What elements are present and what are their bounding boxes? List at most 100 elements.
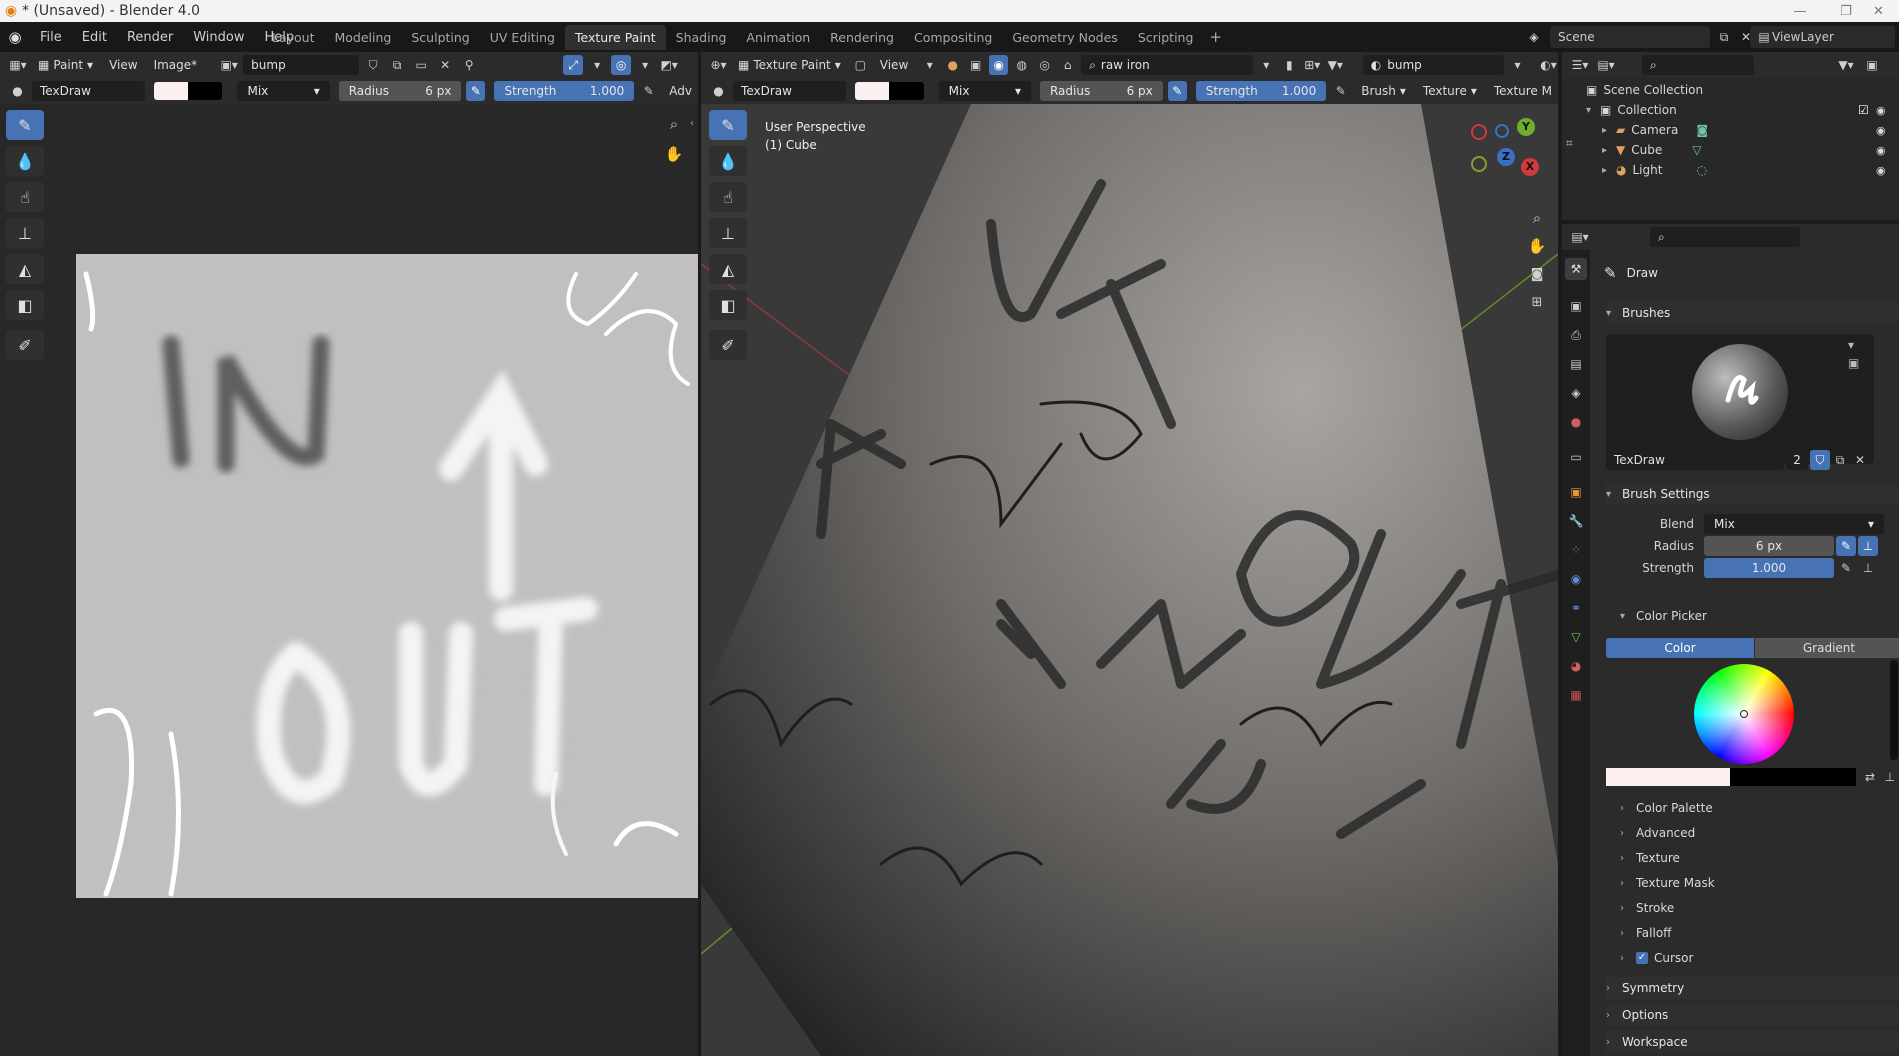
- tab-rendering[interactable]: Rendering: [820, 25, 904, 50]
- pan-hand-icon[interactable]: ✋: [664, 144, 684, 164]
- unlink-image-icon[interactable]: ✕: [435, 55, 455, 75]
- open-image-folder-icon[interactable]: ▭: [411, 55, 431, 75]
- image-name-field[interactable]: bump: [243, 55, 360, 75]
- uv-dropdown-icon[interactable]: ▾: [587, 55, 607, 75]
- gizmo-x-icon[interactable]: X: [1521, 158, 1539, 176]
- bookmark-icon[interactable]: ▮: [1280, 55, 1299, 75]
- menu-window[interactable]: Window: [183, 30, 254, 45]
- close-icon[interactable]: ✕: [1858, 0, 1899, 22]
- annotate-tool-icon[interactable]: ✐: [6, 330, 44, 360]
- view-dropdown-icon[interactable]: ▾: [920, 55, 939, 75]
- viewport-primary-color[interactable]: [855, 82, 890, 100]
- light-expand-icon[interactable]: ▸: [1602, 165, 1612, 176]
- viewport-layout-icon[interactable]: ⊞▾: [1303, 55, 1322, 75]
- shading-material-ball-icon[interactable]: ●: [943, 55, 962, 75]
- tab-texture-paint[interactable]: Texture Paint: [564, 24, 666, 50]
- filter-icon[interactable]: ▼▾: [1326, 55, 1345, 75]
- viewport-pan-icon[interactable]: ✋: [1527, 236, 1547, 256]
- smear-tool-icon[interactable]: ☝: [6, 182, 44, 212]
- pin-icon[interactable]: ⚲: [459, 55, 479, 75]
- brush-preview-box[interactable]: [1606, 334, 1874, 464]
- fill-tool-icon[interactable]: ◭: [6, 254, 44, 284]
- constraints-tab-icon[interactable]: ⚭: [1565, 597, 1587, 619]
- brush-settings-panel-header[interactable]: ▾ Brush Settings: [1606, 483, 1898, 505]
- view-menu[interactable]: View: [103, 55, 143, 75]
- properties-editor-type-icon[interactable]: ▤▾: [1570, 227, 1590, 247]
- add-workspace-icon[interactable]: +: [1203, 28, 1228, 46]
- physics-tab-icon[interactable]: ◉: [1565, 568, 1587, 590]
- outliner-row-camera[interactable]: ▸ ▰ Camera ◙ ◉: [1562, 120, 1899, 140]
- texture-menu[interactable]: Texture ▾: [1417, 81, 1483, 101]
- viewlayer-selector[interactable]: ▤ ViewLayer: [1750, 26, 1895, 48]
- gizmo-y-icon[interactable]: Y: [1517, 118, 1535, 136]
- tool-tab-icon[interactable]: ⚒: [1565, 258, 1587, 280]
- radius-field[interactable]: Radius 6 px: [338, 81, 462, 101]
- cursor-checkbox[interactable]: ✓: [1636, 952, 1648, 964]
- overlay-dropdown-icon[interactable]: ▾: [635, 55, 655, 75]
- color-wheel-cursor[interactable]: [1740, 710, 1748, 718]
- tab-sculpting[interactable]: Sculpting: [401, 25, 479, 50]
- material-tab-icon[interactable]: ◕: [1565, 655, 1587, 677]
- texture-mask-header[interactable]: › Texture Mask: [1620, 876, 1715, 890]
- outliner-row-light[interactable]: ▸ ◕ Light ◌ ◉: [1562, 160, 1899, 180]
- outliner-editor-type-icon[interactable]: ☰▾: [1570, 55, 1590, 75]
- tab-scripting[interactable]: Scripting: [1128, 25, 1204, 50]
- tab-uv-editing[interactable]: UV Editing: [480, 25, 565, 50]
- scene-browse-icon[interactable]: ◈: [1524, 27, 1544, 47]
- outliner-filter-icon[interactable]: ▼▾: [1836, 55, 1856, 75]
- options-panel-header[interactable]: › Options: [1606, 1004, 1898, 1026]
- brush-duplicate-icon[interactable]: ⧉: [1830, 450, 1850, 470]
- texture-canvas[interactable]: [76, 254, 698, 898]
- shading-rendered-icon[interactable]: ◎: [1035, 55, 1054, 75]
- brush-icon[interactable]: ●: [8, 81, 27, 101]
- sidebar-toggle-icon[interactable]: ‹: [690, 118, 694, 129]
- soften-tool-icon[interactable]: 💧: [6, 146, 44, 176]
- image-browse-icon[interactable]: ▣▾: [219, 55, 239, 75]
- color-unified-icon[interactable]: ⊥: [1880, 767, 1899, 787]
- viewport-brush-icon[interactable]: ●: [709, 81, 728, 101]
- tab-compositing[interactable]: Compositing: [904, 25, 1002, 50]
- texture-header[interactable]: › Texture: [1620, 851, 1680, 865]
- minimize-icon[interactable]: —: [1777, 0, 1823, 22]
- viewport-clone-tool-icon[interactable]: ⊥: [709, 218, 747, 248]
- gizmo-neg-x-icon[interactable]: [1471, 124, 1487, 140]
- viewport-draw-tool-icon[interactable]: ✎: [709, 110, 747, 140]
- properties-strength-field[interactable]: 1.000: [1704, 558, 1834, 578]
- gizmo-z-icon[interactable]: Z: [1497, 148, 1515, 166]
- camera-visibility-icon[interactable]: ◉: [1876, 124, 1886, 137]
- brush-fake-user-icon[interactable]: ⛉: [1810, 450, 1830, 470]
- texture-mask-menu[interactable]: Texture M: [1488, 81, 1558, 101]
- tab-geometry-nodes[interactable]: Geometry Nodes: [1002, 25, 1127, 50]
- perspective-toggle-icon[interactable]: ⊞: [1527, 292, 1547, 312]
- viewport-radius-field[interactable]: Radius 6 px: [1039, 81, 1163, 101]
- color-palette-header[interactable]: › Color Palette: [1620, 801, 1713, 815]
- shading-material-icon[interactable]: ◍: [1012, 55, 1031, 75]
- camera-expand-icon[interactable]: ▸: [1602, 125, 1612, 136]
- outliner-row-cube[interactable]: ▸ ▼ Cube ▽ ◉: [1562, 140, 1899, 160]
- image-dropdown-icon[interactable]: ▾: [1508, 55, 1527, 75]
- outliner-row-scene-collection[interactable]: ▣ Scene Collection: [1562, 80, 1899, 100]
- radius-pressure-icon[interactable]: ✎: [466, 81, 486, 101]
- cube-visibility-icon[interactable]: ◉: [1876, 144, 1886, 157]
- properties-strength-unit-icon[interactable]: ⊥: [1858, 558, 1878, 578]
- mask-tool-icon[interactable]: ◧: [6, 290, 44, 320]
- gizmo-neg-z-icon[interactable]: [1495, 124, 1509, 138]
- cube-expand-icon[interactable]: ▸: [1602, 145, 1612, 156]
- collection-visibility-icon[interactable]: ◉: [1876, 104, 1886, 117]
- viewport-editor-type-icon[interactable]: ⊕▾: [709, 55, 728, 75]
- collection-checkbox-icon[interactable]: ☑: [1858, 103, 1869, 117]
- menu-file[interactable]: File: [30, 30, 72, 45]
- viewport-mask-tool-icon[interactable]: ◧: [709, 290, 747, 320]
- display-channels-icon[interactable]: ◩▾: [659, 55, 679, 75]
- light-visibility-icon[interactable]: ◉: [1876, 164, 1886, 177]
- properties-secondary-color[interactable]: [1730, 768, 1856, 786]
- fake-user-shield-icon[interactable]: ⛉: [363, 55, 383, 75]
- object-tab-icon[interactable]: ▣: [1565, 481, 1587, 503]
- strength-field[interactable]: Strength 1.000: [494, 81, 635, 101]
- view-layer-tab-icon[interactable]: ▤: [1565, 353, 1587, 375]
- display-mode-icon[interactable]: ▤▾: [1596, 55, 1616, 75]
- new-image-icon[interactable]: ⧉: [387, 55, 407, 75]
- clone-tool-icon[interactable]: ⊥: [6, 218, 44, 248]
- brushes-panel-header[interactable]: ▾ Brushes: [1606, 302, 1898, 324]
- brush-users-count[interactable]: 2: [1786, 450, 1808, 470]
